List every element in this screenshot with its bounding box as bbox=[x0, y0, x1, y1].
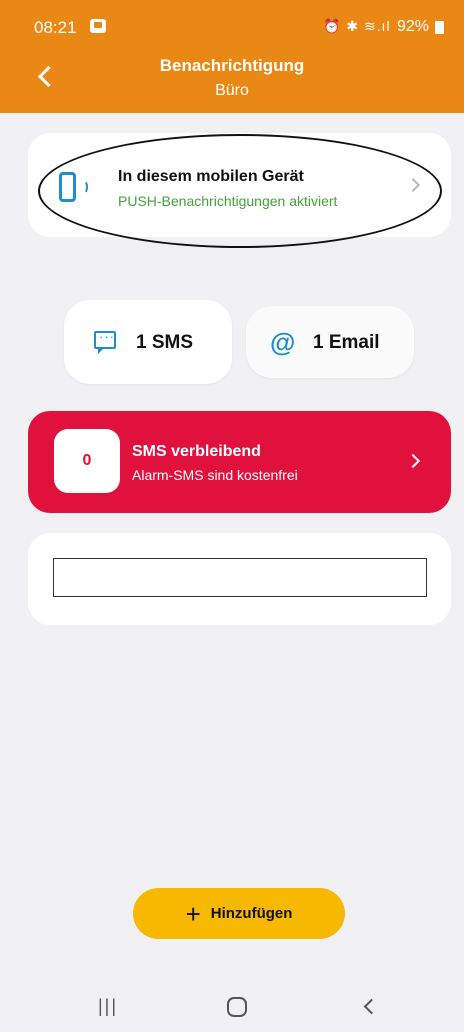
status-bar: 08:21 ⏰ ✱ ≋.ıl 92% bbox=[0, 0, 464, 40]
sms-remaining-subtitle: Alarm-SMS sind kostenfrei bbox=[132, 467, 298, 483]
add-button-label: Hinzufügen bbox=[210, 905, 293, 922]
recent-apps-button[interactable]: ||| bbox=[98, 996, 118, 1017]
plus-icon: + bbox=[185, 898, 201, 929]
page-title: Benachrichtigung bbox=[159, 56, 305, 75]
email-count-label: 1 Email bbox=[313, 332, 380, 353]
sms-remaining-count: 0 bbox=[54, 429, 120, 493]
app-header: 08:21 ⏰ ✱ ≋.ıl 92% Benachrichtigung Büro bbox=[0, 0, 464, 113]
text-input[interactable] bbox=[53, 558, 427, 597]
device-push-status: PUSH-Benachrichtigungen aktiviert bbox=[118, 193, 338, 209]
signal-wave-icon bbox=[80, 180, 88, 194]
at-sign-icon: @ bbox=[270, 327, 296, 357]
page-subtitle: Büro bbox=[215, 82, 249, 99]
home-button[interactable] bbox=[227, 997, 247, 1017]
add-button[interactable]: + Hinzufügen bbox=[133, 888, 345, 939]
status-time: 08:21 bbox=[34, 18, 77, 37]
gallery-notification-icon bbox=[90, 19, 106, 33]
sms-count-label: 1 SMS bbox=[136, 332, 194, 353]
battery-percent: 92% bbox=[397, 18, 430, 35]
battery-icon bbox=[435, 21, 444, 34]
sms-remaining-title: SMS verbleibend bbox=[132, 443, 261, 460]
phone-icon bbox=[59, 172, 76, 202]
status-system-icons: ⏰ ✱ ≋.ıl bbox=[323, 18, 391, 34]
message-icon bbox=[94, 329, 116, 354]
device-title: In diesem mobilen Gerät bbox=[118, 168, 304, 185]
